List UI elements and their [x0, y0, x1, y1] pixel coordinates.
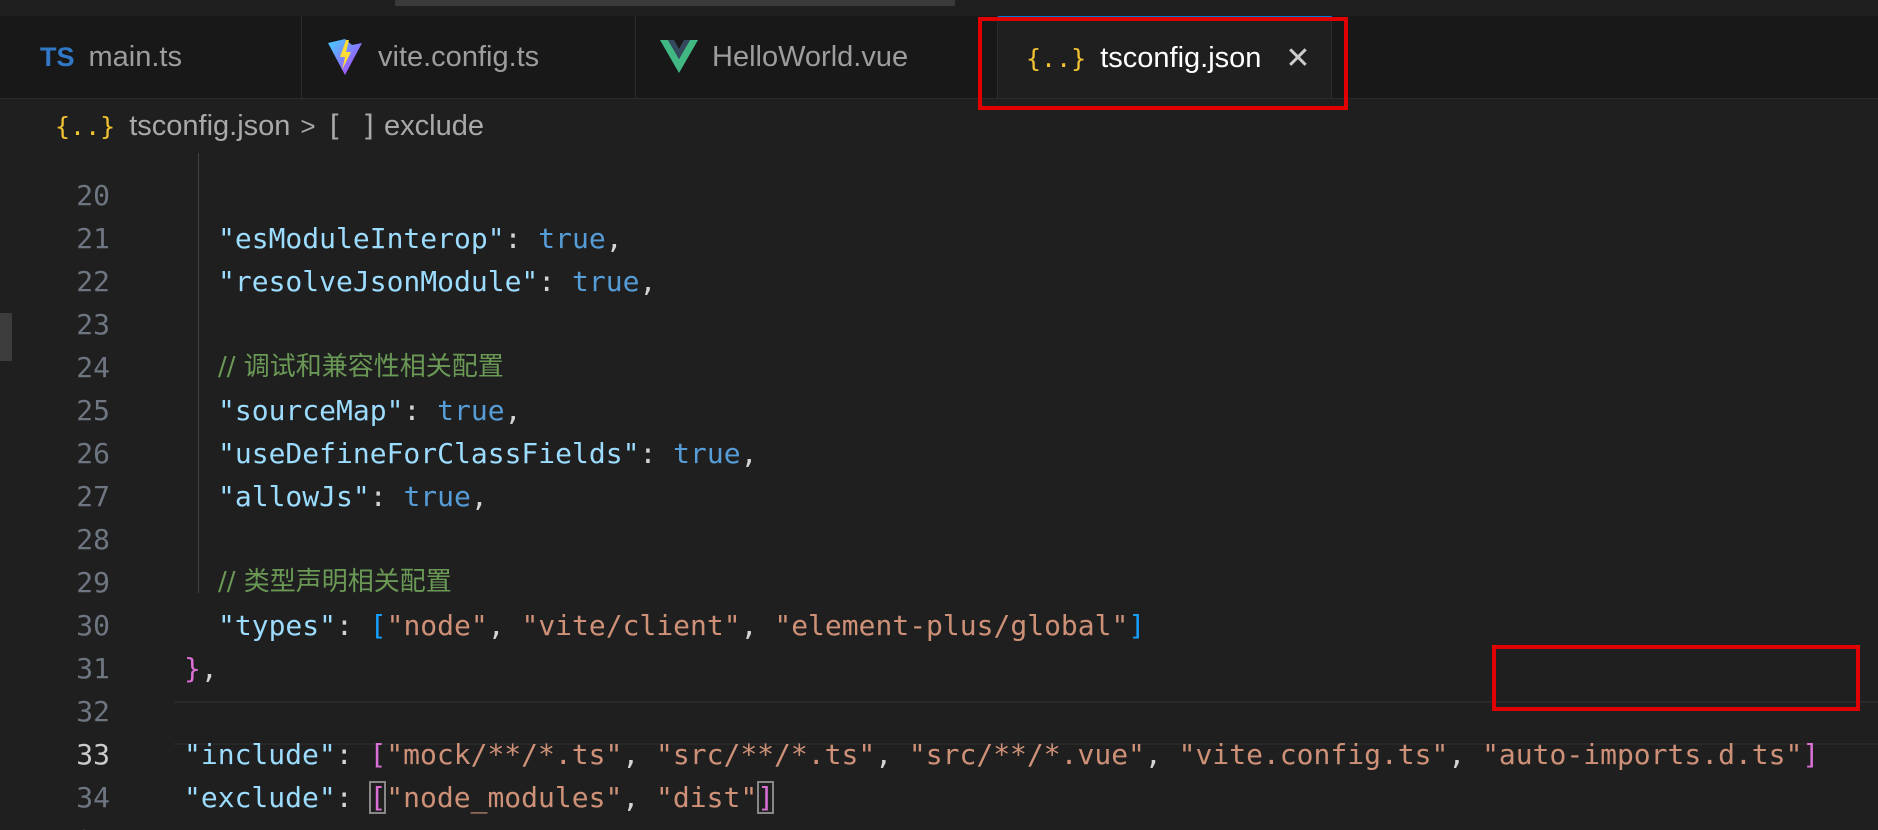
- code-line: 32 "include": ["mock/**/*.ts", "src/**/*…: [12, 647, 1878, 771]
- tab-label: tsconfig.json: [1100, 41, 1262, 74]
- chevron-right-icon: >: [300, 110, 316, 141]
- code-line: 21 "resolveJsonModule": true,: [12, 174, 1878, 298]
- code-line: 23 // 调试和兼容性相关配置: [12, 260, 1878, 382]
- line-number: 35: [12, 819, 110, 830]
- typescript-icon: TS: [40, 41, 75, 72]
- tab-label: main.ts: [88, 40, 182, 73]
- tab-label: HelloWorld.vue: [712, 40, 909, 73]
- tab-label: vite.config.ts: [378, 40, 540, 73]
- json-icon: {..}: [1026, 43, 1087, 73]
- breadcrumb-file[interactable]: tsconfig.json: [129, 110, 290, 143]
- vue-icon: [660, 40, 698, 74]
- code-line: 25 "useDefineForClassFields": true,: [12, 346, 1878, 470]
- tab-tsconfig-json[interactable]: {..} tsconfig.json ✕: [998, 16, 1332, 98]
- window-top-strip: [0, 0, 1878, 17]
- editor-tab-bar: TS main.ts vite.config.ts HelloWorld.vue…: [0, 16, 1878, 99]
- code-line: 27: [12, 432, 1878, 513]
- code-line: 31: [12, 604, 1878, 685]
- code-line: 30 },: [12, 561, 1878, 685]
- activity-indicator: [0, 313, 12, 361]
- tab-scrollbar-thumb[interactable]: [395, 0, 955, 6]
- code-editor[interactable]: 20 "esModuleInterop": true, 21 "resolveJ…: [12, 153, 1878, 830]
- code-line: 29 "types": ["node", "vite/client", "ele…: [12, 518, 1878, 642]
- code-line-current: 33 "exclude": ["node_modules", "dist"]: [12, 690, 1878, 814]
- code-line: 35: [12, 776, 1878, 830]
- tab-main-ts[interactable]: TS main.ts: [12, 16, 302, 98]
- array-icon: [ ]: [325, 109, 378, 143]
- code-line: 22: [12, 217, 1878, 298]
- code-line: 26 "allowJs": true,: [12, 389, 1878, 513]
- breadcrumb: {..} tsconfig.json > [ ] exclude: [0, 99, 1878, 153]
- code-line: 24 "sourceMap": true,: [12, 303, 1878, 427]
- breadcrumb-item[interactable]: exclude: [384, 110, 484, 143]
- code-line: 28 // 类型声明相关配置: [12, 475, 1878, 597]
- code-line: 20 "esModuleInterop": true,: [12, 153, 1878, 255]
- tab-vite-config[interactable]: vite.config.ts: [302, 16, 636, 98]
- code-line: 34: [12, 733, 1878, 814]
- vite-icon: [326, 37, 364, 77]
- close-icon[interactable]: ✕: [1285, 41, 1310, 76]
- tab-helloworld-vue[interactable]: HelloWorld.vue: [636, 16, 998, 98]
- json-icon: {..}: [55, 111, 116, 141]
